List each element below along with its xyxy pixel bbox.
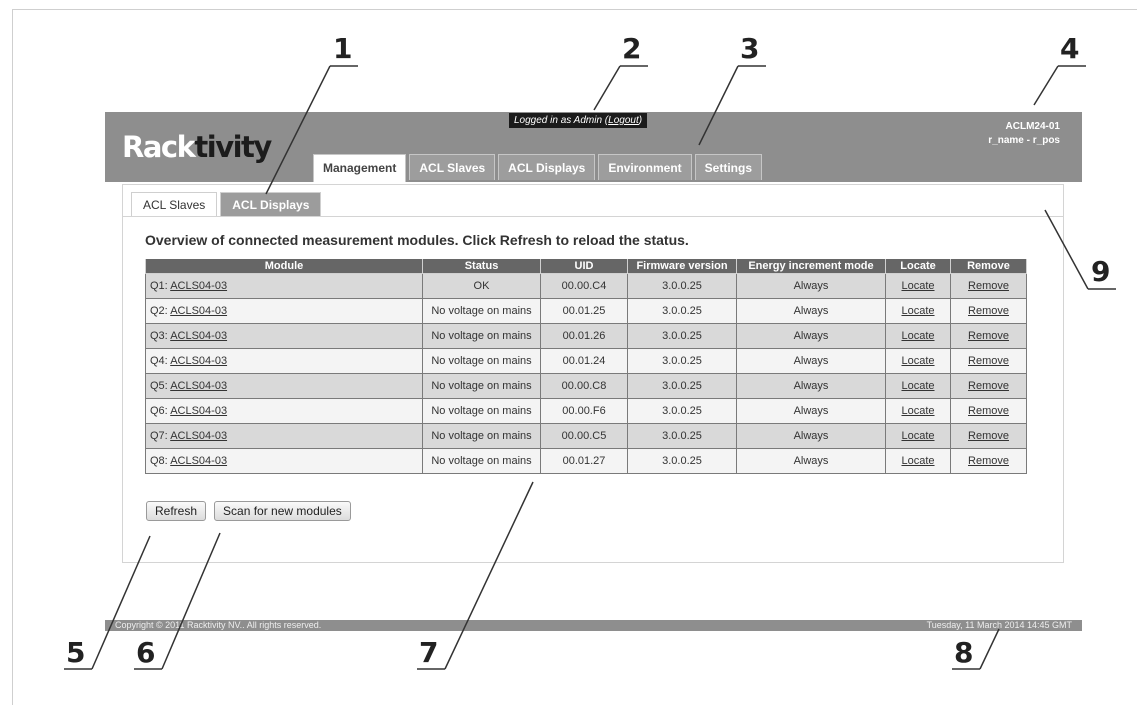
- callout-6: 6: [136, 636, 156, 669]
- callout-5: 5: [66, 636, 86, 669]
- callout-9: 9: [1091, 255, 1111, 288]
- callout-2: 2: [622, 32, 642, 65]
- callout-1: 1: [333, 32, 353, 65]
- callout-8: 8: [954, 636, 974, 669]
- callout-4: 4: [1060, 32, 1080, 65]
- callout-leaders: [64, 65, 1116, 670]
- callout-3: 3: [740, 32, 760, 65]
- callout-7: 7: [419, 636, 439, 669]
